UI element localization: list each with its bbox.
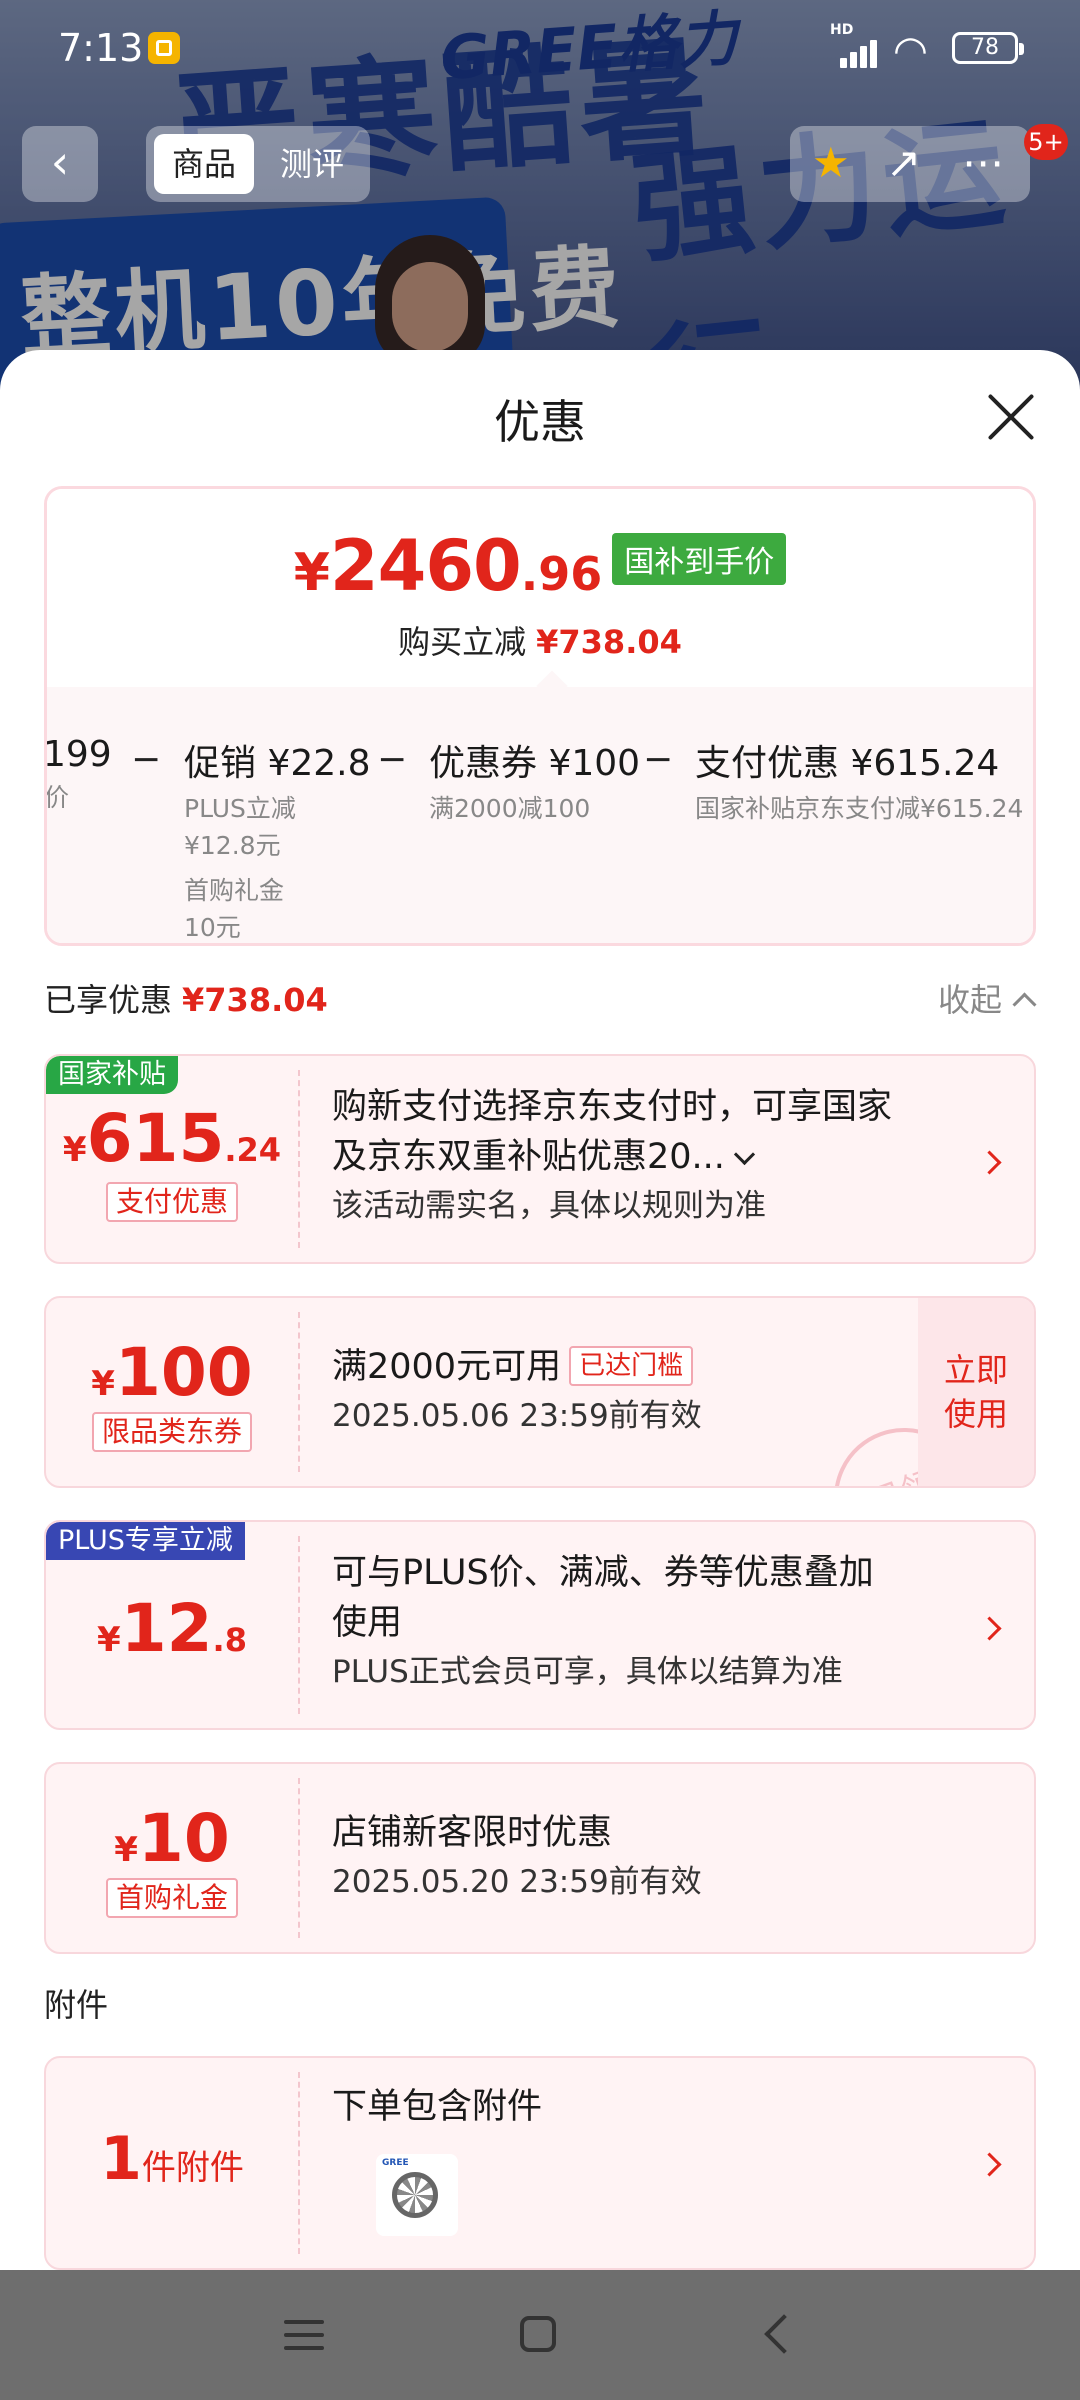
breakdown-base-price: 199 东价 bbox=[44, 734, 112, 812]
signal-icon bbox=[840, 34, 890, 68]
system-navigation-bar bbox=[0, 2270, 1080, 2400]
chevron-right-icon[interactable] bbox=[977, 1616, 1002, 1641]
chevron-right-icon[interactable] bbox=[977, 1150, 1002, 1175]
battery-icon: 78 bbox=[952, 32, 1024, 64]
coupon-amount: ¥100 bbox=[91, 1334, 253, 1411]
accessory-count: 1件附件 bbox=[100, 2124, 244, 2194]
coupon-description: 店铺新客限时优惠 2025.05.20 23:59前有效 bbox=[332, 1813, 702, 1900]
tab-review[interactable]: 测评 bbox=[262, 134, 362, 194]
coupon-card-jd-coupon[interactable]: ¥100 限品类东券 满2000元可用 已达门槛 2025.05.06 23:59… bbox=[44, 1296, 1036, 1488]
minus-sign: − bbox=[377, 739, 408, 780]
home-icon[interactable] bbox=[520, 2316, 556, 2352]
coupon-amount: ¥10 bbox=[114, 1800, 230, 1877]
notification-icon bbox=[148, 32, 180, 64]
coupon-amount: ¥615.24 bbox=[62, 1100, 282, 1177]
coupon-card-payment[interactable]: 国家补贴 ¥615.24 支付优惠 购新支付选择京东支付时，可享国家 及京东双重… bbox=[44, 1054, 1036, 1264]
chevron-down-icon[interactable] bbox=[733, 1143, 756, 1166]
coupon-amount: ¥12.8 bbox=[97, 1590, 247, 1667]
coupon-card-gift[interactable]: ¥10 首购礼金 店铺新客限时优惠 2025.05.20 23:59前有效 bbox=[44, 1762, 1036, 1954]
message-badge: 5+ bbox=[1024, 124, 1068, 160]
coupon-card-plus[interactable]: PLUS专享立减 ¥12.8 可与PLUS价、满减、券等优惠叠加 使用 PLUS… bbox=[44, 1520, 1036, 1730]
breakdown-payment: 支付优惠 ¥615.24 国家补贴京东支付减¥615.24 bbox=[695, 743, 1024, 823]
back-button[interactable]: ‹ bbox=[22, 126, 98, 202]
product-tabs: 商品 测评 bbox=[146, 126, 370, 202]
minus-sign: − bbox=[131, 739, 162, 780]
final-price: ¥2460.96 国补到手价 bbox=[47, 525, 1033, 607]
status-bar: 7:13 HD ◠ 78 bbox=[0, 0, 1080, 100]
coupon-description: 满2000元可用 已达门槛 2025.05.06 23:59前有效 bbox=[332, 1346, 702, 1434]
coupon-type-tag: 支付优惠 bbox=[46, 1182, 298, 1222]
star-icon[interactable]: ★ bbox=[812, 138, 850, 187]
threshold-reached-tag: 已达门槛 bbox=[569, 1346, 694, 1386]
status-time: 7:13 bbox=[58, 26, 144, 70]
chevron-up-icon bbox=[1012, 992, 1037, 1017]
price-summary-card: ¥2460.96国补到手价 购买立减¥738.04 199 东价 − 促销 ¥2… bbox=[44, 486, 1036, 946]
breakdown-promotion: 促销 ¥22.8 PLUS立减 ¥12.8元 首购礼金 10元 bbox=[184, 743, 371, 942]
chevron-right-icon[interactable] bbox=[977, 2152, 1002, 2177]
collapse-button[interactable]: 收起 bbox=[938, 975, 1037, 1021]
discount-sheet: 优惠 ¥2460.96国补到手价 购买立减¥738.04 199 东价 − 促销… bbox=[0, 350, 1080, 2270]
share-icon[interactable]: ↗ bbox=[886, 138, 921, 187]
coupon-corner-tag: PLUS专享立减 bbox=[46, 1522, 245, 1560]
wifi-icon: ◠ bbox=[893, 28, 928, 74]
subsidy-price-tag: 国补到手价 bbox=[612, 533, 787, 585]
menu-icon[interactable] bbox=[284, 2320, 324, 2350]
coupon-type-tag: 首购礼金 bbox=[46, 1878, 298, 1918]
close-icon[interactable] bbox=[986, 392, 1036, 442]
breakdown-coupon: 优惠券 ¥100 满2000减100 bbox=[429, 743, 641, 823]
coupon-description: 购新支付选择京东支付时，可享国家 及京东双重补贴优惠20... 该活动需实名，具… bbox=[332, 1087, 893, 1224]
minus-sign: − bbox=[643, 739, 674, 780]
accessory-thumbnail[interactable]: GREE bbox=[376, 2154, 458, 2236]
accessory-description: 下单包含附件 bbox=[332, 2087, 543, 2127]
coupon-type-tag: 限品类东券 bbox=[46, 1412, 298, 1452]
sheet-title: 优惠 bbox=[494, 395, 586, 449]
use-now-button[interactable]: 立即 使用 bbox=[918, 1298, 1034, 1486]
more-icon[interactable]: ⋯ bbox=[962, 138, 1004, 187]
enjoyed-discount: 已享优惠 ¥738.04 bbox=[44, 981, 328, 1019]
tab-product[interactable]: 商品 bbox=[154, 134, 254, 194]
nav-actions: ★ ↗ ⋯ bbox=[790, 126, 1030, 202]
coupon-description: 可与PLUS价、满减、券等优惠叠加 使用 PLUS正式会员可享，具体以结算为准 bbox=[332, 1553, 874, 1690]
coupon-corner-tag: 国家补贴 bbox=[46, 1056, 178, 1094]
back-icon[interactable] bbox=[764, 2314, 804, 2354]
total-reduction: 购买立减 ¥738.04 bbox=[398, 623, 682, 661]
accessory-card[interactable]: 1件附件 下单包含附件 GREE bbox=[44, 2056, 1036, 2270]
accessory-section-title: 附件 bbox=[44, 1986, 109, 2024]
